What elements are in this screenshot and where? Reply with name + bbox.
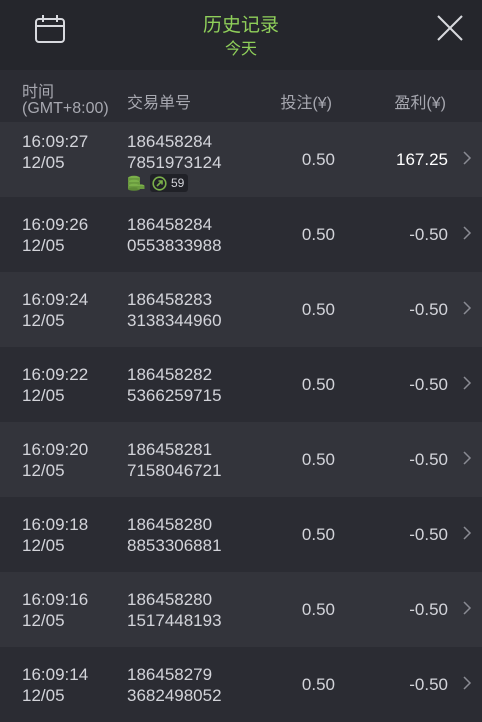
- table-row[interactable]: 16:09:16 12/05 186458280 1517448193 0.50 -…: [0, 572, 482, 647]
- row-profit: -0.50: [409, 450, 448, 469]
- row-time: 16:09:22 12/05: [22, 365, 89, 405]
- page-title: 历史记录: [202, 15, 279, 36]
- row-order-number: 186458279 3682498052: [127, 665, 222, 705]
- row-bet: 0.50: [301, 150, 335, 169]
- column-header-order: 交易单号: [127, 95, 192, 112]
- column-header-time: 时间: [22, 84, 55, 101]
- row-time: 16:09:20 12/05: [22, 440, 89, 480]
- spin-icon: [152, 175, 167, 191]
- row-order-number: 186458280 8853306881: [127, 515, 222, 555]
- row-bet: 0.50: [301, 450, 335, 469]
- chevron-right-icon: [463, 451, 472, 465]
- chevron-right-icon: [463, 151, 472, 165]
- row-time: 16:09:14 12/05: [22, 665, 89, 705]
- column-header-bet: 投注(¥): [280, 95, 332, 112]
- chevron-right-icon: [463, 301, 472, 315]
- table-row[interactable]: 16:09:22 12/05 186458282 5366259715 0.50 -…: [0, 347, 482, 422]
- chevron-right-icon: [463, 601, 472, 615]
- row-profit: -0.50: [409, 675, 448, 694]
- row-bet: 0.50: [301, 600, 335, 619]
- row-badges: 59: [127, 174, 189, 192]
- row-bet: 0.50: [301, 675, 335, 694]
- row-time: 16:09:16 12/05: [22, 590, 89, 630]
- table-row[interactable]: 16:09:27 12/05 186458284 7851973124 59 0…: [0, 122, 482, 197]
- row-profit: -0.50: [409, 225, 448, 244]
- row-order-number: 186458284 0553833988: [127, 215, 222, 255]
- row-time: 16:09:24 12/05: [22, 290, 89, 330]
- row-order-number: 186458280 1517448193: [127, 590, 222, 630]
- table-row[interactable]: 16:09:26 12/05 186458284 0553833988 0.50 -…: [0, 197, 482, 272]
- row-order-number: 186458283 3138344960: [127, 290, 222, 330]
- row-bet: 0.50: [301, 525, 335, 544]
- row-order-number: 186458282 5366259715: [127, 365, 222, 405]
- row-time: 16:09:18 12/05: [22, 515, 89, 555]
- column-header-profit: 盈利(¥): [394, 95, 446, 112]
- table-row[interactable]: 16:09:24 12/05 186458283 3138344960 0.50 -…: [0, 272, 482, 347]
- chevron-right-icon: [463, 676, 472, 690]
- badge-count: 59: [171, 176, 185, 190]
- table-row[interactable]: 16:09:18 12/05 186458280 8853306881 0.50 -…: [0, 497, 482, 572]
- header-bar: 历史记录 今天: [0, 0, 482, 70]
- row-bet: 0.50: [301, 225, 335, 244]
- chevron-right-icon: [463, 526, 472, 540]
- row-bet: 0.50: [301, 375, 335, 394]
- row-time: 16:09:27 12/05: [22, 132, 89, 172]
- row-order-number: 186458281 7158046721: [127, 440, 222, 480]
- close-icon[interactable]: [436, 14, 464, 42]
- row-order-number: 186458284 7851973124: [127, 132, 222, 172]
- page-subtitle: 今天: [224, 41, 257, 58]
- row-profit: -0.50: [409, 300, 448, 319]
- chevron-right-icon: [463, 226, 472, 240]
- free-spin-badge: 59: [150, 174, 189, 192]
- row-profit: 167.25: [396, 150, 448, 169]
- row-bet: 0.50: [301, 300, 335, 319]
- table-header: 时间 (GMT+8:00) 交易单号 投注(¥) 盈利(¥): [0, 70, 482, 122]
- row-profit: -0.50: [409, 600, 448, 619]
- column-header-timezone: (GMT+8:00): [22, 100, 109, 117]
- row-profit: -0.50: [409, 375, 448, 394]
- row-profit: -0.50: [409, 525, 448, 544]
- chevron-right-icon: [463, 376, 472, 390]
- history-list: 16:09:27 12/05 186458284 7851973124 59 0…: [0, 122, 482, 722]
- coins-icon: [128, 175, 145, 191]
- row-time: 16:09:26 12/05: [22, 215, 89, 255]
- table-row[interactable]: 16:09:20 12/05 186458281 7158046721 0.50 -…: [0, 422, 482, 497]
